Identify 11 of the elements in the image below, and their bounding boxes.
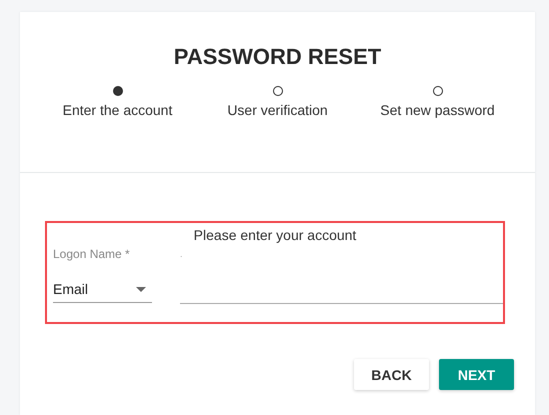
next-button[interactable]: NEXT — [439, 359, 514, 390]
step-label: Enter the account — [62, 102, 172, 118]
field-hint: . — [180, 249, 183, 259]
caret-icon — [136, 286, 146, 292]
form-heading: Please enter your account — [192, 227, 358, 243]
type-select[interactable]: Email — [53, 277, 152, 303]
back-button[interactable]: BACK — [354, 359, 429, 390]
step-label: User verification — [227, 102, 328, 118]
field-label: Logon Name * — [53, 247, 131, 261]
step-label: Set new password — [380, 102, 495, 118]
page-title: PASSWORD RESET — [174, 44, 382, 70]
